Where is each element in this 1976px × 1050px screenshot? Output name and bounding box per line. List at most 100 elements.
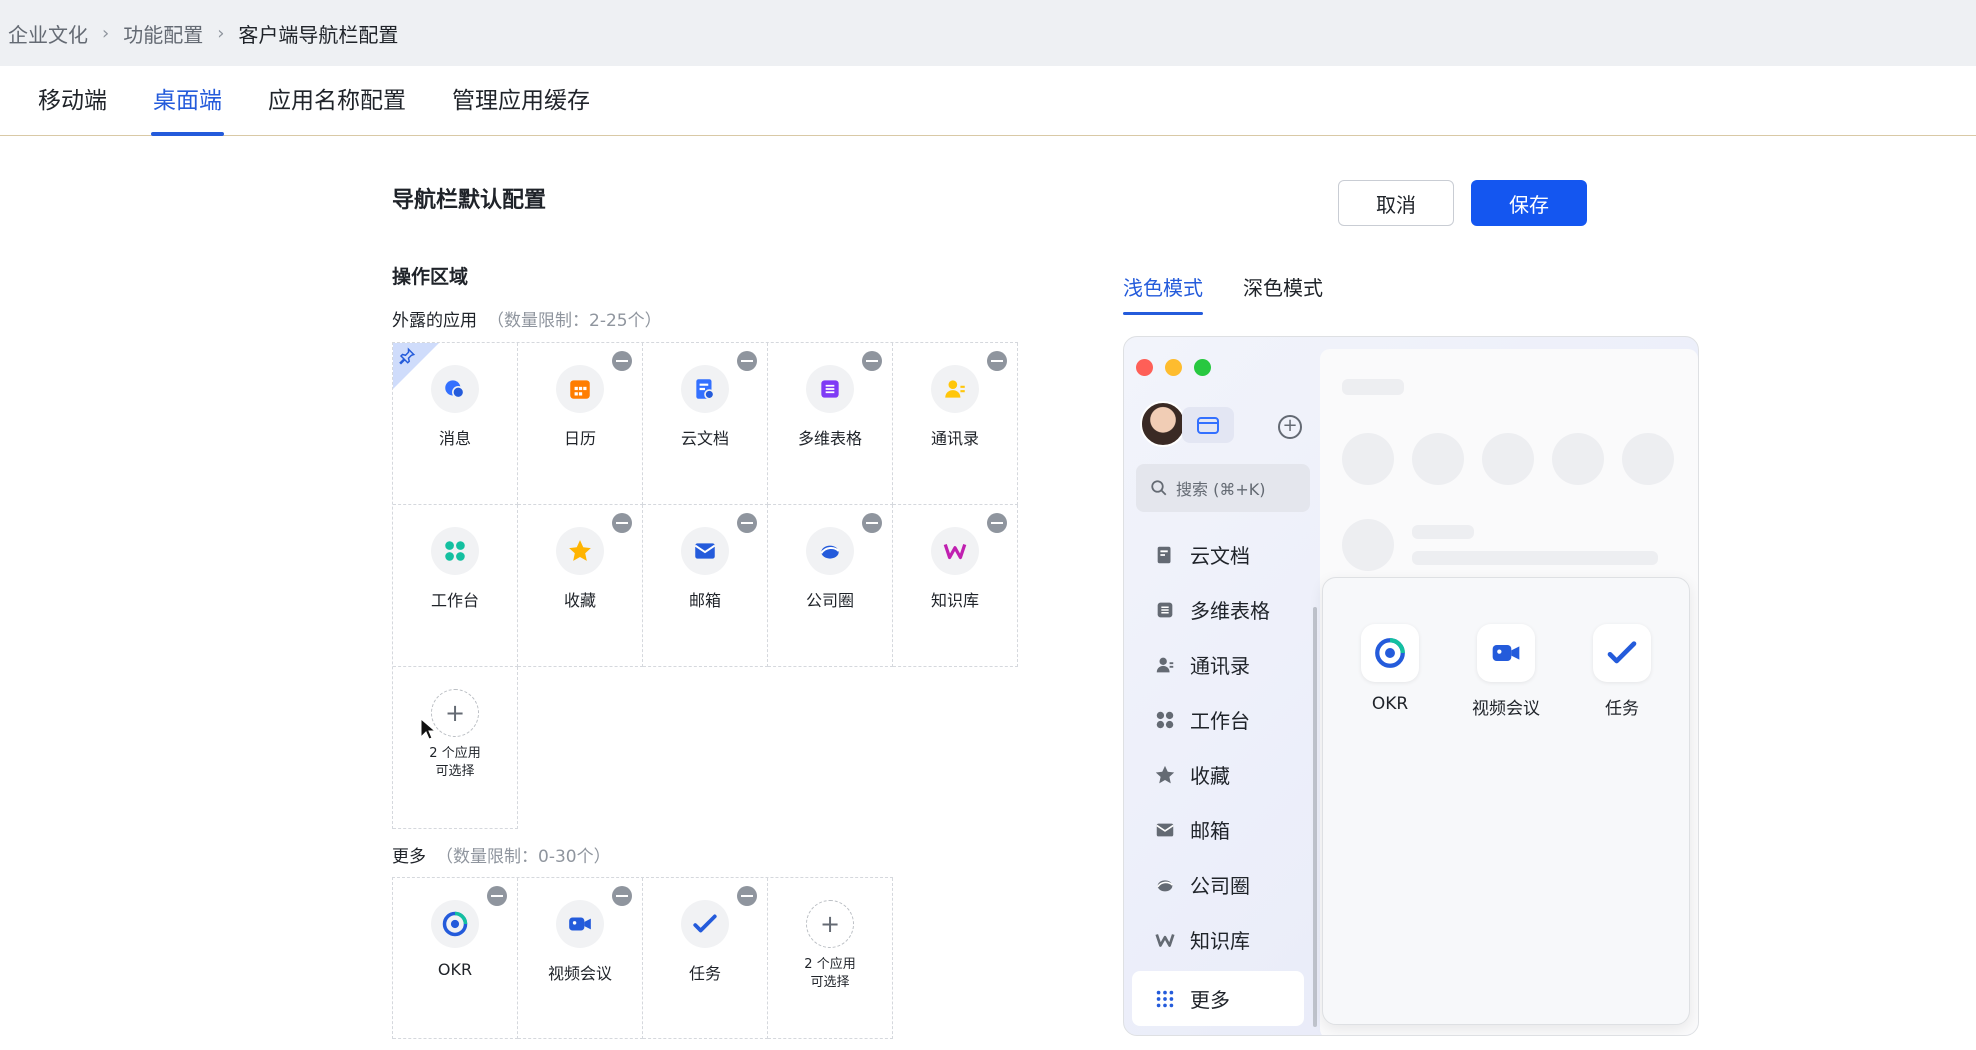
add-app-button[interactable]: + <box>806 900 854 948</box>
mouse-cursor-icon <box>420 718 436 740</box>
app-cell-task[interactable]: 任务 <box>643 878 768 1039</box>
nav-label: 收藏 <box>1190 764 1230 788</box>
add-app-button[interactable]: + <box>431 689 479 737</box>
contacts-icon <box>1156 657 1174 672</box>
remove-button[interactable] <box>862 513 882 533</box>
search-input[interactable]: 搜索 (⌘+K) <box>1136 464 1310 512</box>
remove-button[interactable] <box>737 886 757 906</box>
nav-item-favorites[interactable]: 收藏 <box>1132 747 1304 802</box>
more-apps-popup: OKR 视频会议 任务 <box>1322 577 1690 1025</box>
cancel-button[interactable]: 取消 <box>1338 180 1454 226</box>
remove-button[interactable] <box>987 513 1007 533</box>
nav-item-mail[interactable]: 邮箱 <box>1132 802 1304 857</box>
remove-button[interactable] <box>737 513 757 533</box>
app-cell-mail[interactable]: 邮箱 <box>643 505 768 667</box>
exposed-label: 外露的应用 （数量限制：2-25个） <box>392 306 662 331</box>
sidebar-scrollbar[interactable] <box>1313 607 1317 1027</box>
moments-icon <box>1156 879 1173 891</box>
skeleton-bar <box>1412 551 1658 565</box>
more-limit: （数量限制：0-30个） <box>436 847 611 867</box>
tab-dark-mode[interactable]: 深色模式 <box>1243 272 1323 315</box>
remove-button[interactable] <box>862 351 882 371</box>
base-table-icon <box>1157 602 1173 617</box>
avatar <box>1140 401 1186 447</box>
nav-item-workplace[interactable]: 工作台 <box>1132 692 1304 747</box>
skeleton-bar <box>1412 525 1474 539</box>
app-cell-contacts[interactable]: 通讯录 <box>893 343 1018 505</box>
search-placeholder: 搜索 (⌘+K) <box>1176 480 1266 499</box>
app-name: 通讯录 <box>930 429 979 448</box>
app-cell-workplace[interactable]: 工作台 <box>393 505 518 667</box>
app-cell-video[interactable]: 视频会议 <box>518 878 643 1039</box>
video-icon <box>1477 624 1535 682</box>
nav-item-doc[interactable]: 云文档 <box>1132 527 1304 582</box>
popup-app-video[interactable]: 视频会议 <box>1461 624 1551 719</box>
star-icon <box>1155 765 1175 783</box>
tab-desktop[interactable]: 桌面端 <box>151 81 224 136</box>
remove-button[interactable] <box>487 886 507 906</box>
contacts-icon <box>931 365 979 413</box>
preview-sidebar: + 搜索 (⌘+K) 云文档 多维表格 通讯录 工作台 收藏 邮箱 公司圈 知识… <box>1124 397 1314 1035</box>
nav-item-contacts[interactable]: 通讯录 <box>1132 637 1304 692</box>
add-app-hint: 2 个应用 可选择 <box>804 957 856 990</box>
nav-label: 多维表格 <box>1190 599 1270 623</box>
app-name: 知识库 <box>930 591 979 610</box>
add-more-app-cell[interactable]: + 2 个应用 可选择 <box>768 878 893 1039</box>
tab-light-mode[interactable]: 浅色模式 <box>1123 272 1203 315</box>
app-name: 邮箱 <box>688 591 721 610</box>
doc-icon <box>1157 546 1171 563</box>
save-button[interactable]: 保存 <box>1471 180 1587 226</box>
base-table-icon <box>806 365 854 413</box>
close-dot <box>1136 359 1153 376</box>
exposed-apps-grid: 消息 日历 云文档 多维表格 通讯录 工作台 收藏 邮箱 公司圈 知识库 + 2… <box>392 342 1018 829</box>
app-cell-message[interactable]: 消息 <box>393 343 518 505</box>
okr-icon <box>1361 624 1419 682</box>
preview-nav: 云文档 多维表格 通讯录 工作台 收藏 邮箱 公司圈 知识库 更多 <box>1132 527 1304 1026</box>
app-cell-moments[interactable]: 公司圈 <box>768 505 893 667</box>
add-app-cell[interactable]: + 2 个应用 可选择 <box>393 667 518 829</box>
remove-button[interactable] <box>612 513 632 533</box>
workplace-icon <box>1156 711 1174 728</box>
app-name: OKR <box>437 960 473 979</box>
wiki-icon <box>1155 933 1175 947</box>
nav-item-wiki[interactable]: 知识库 <box>1132 912 1304 967</box>
breadcrumb-item-culture[interactable]: 企业文化 <box>8 19 88 48</box>
grid-dots-icon <box>1156 990 1174 1007</box>
section-title: 操作区域 <box>392 266 469 288</box>
app-cell-okr[interactable]: OKR <box>393 878 518 1039</box>
tab-app-name-config[interactable]: 应用名称配置 <box>268 81 406 135</box>
app-cell-base[interactable]: 多维表格 <box>768 343 893 505</box>
skeleton-circle <box>1412 433 1464 485</box>
nav-item-base[interactable]: 多维表格 <box>1132 582 1304 637</box>
doc-icon <box>681 365 729 413</box>
remove-button[interactable] <box>987 351 1007 371</box>
window-controls <box>1136 359 1211 376</box>
app-cell-wiki[interactable]: 知识库 <box>893 505 1018 667</box>
add-circle-icon[interactable]: + <box>1278 415 1302 439</box>
remove-button[interactable] <box>737 351 757 371</box>
popup-app-task[interactable]: 任务 <box>1577 624 1667 719</box>
nav-label: 公司圈 <box>1190 874 1250 898</box>
app-cell-doc[interactable]: 云文档 <box>643 343 768 505</box>
remove-button[interactable] <box>612 886 632 906</box>
skeleton-circle <box>1482 433 1534 485</box>
calendar-chip-icon <box>1182 407 1234 443</box>
nav-item-more[interactable]: 更多 <box>1132 971 1304 1026</box>
tab-bar: 移动端 桌面端 应用名称配置 管理应用缓存 <box>0 66 1976 136</box>
tab-app-cache[interactable]: 管理应用缓存 <box>452 81 590 135</box>
moments-icon <box>806 527 854 575</box>
popup-app-okr[interactable]: OKR <box>1345 624 1435 714</box>
breadcrumb-item-config[interactable]: 功能配置 <box>123 19 203 48</box>
popup-app-name: 视频会议 <box>1472 699 1540 719</box>
app-name: 任务 <box>688 964 721 983</box>
app-name: 消息 <box>438 429 471 448</box>
tab-mobile[interactable]: 移动端 <box>38 81 107 135</box>
app-name: 工作台 <box>430 591 479 610</box>
app-cell-calendar[interactable]: 日历 <box>518 343 643 505</box>
remove-button[interactable] <box>612 351 632 371</box>
app-name: 收藏 <box>563 591 596 610</box>
app-cell-favorites[interactable]: 收藏 <box>518 505 643 667</box>
nav-item-moments[interactable]: 公司圈 <box>1132 857 1304 912</box>
workplace-icon <box>431 527 479 575</box>
skeleton-circle <box>1552 433 1604 485</box>
